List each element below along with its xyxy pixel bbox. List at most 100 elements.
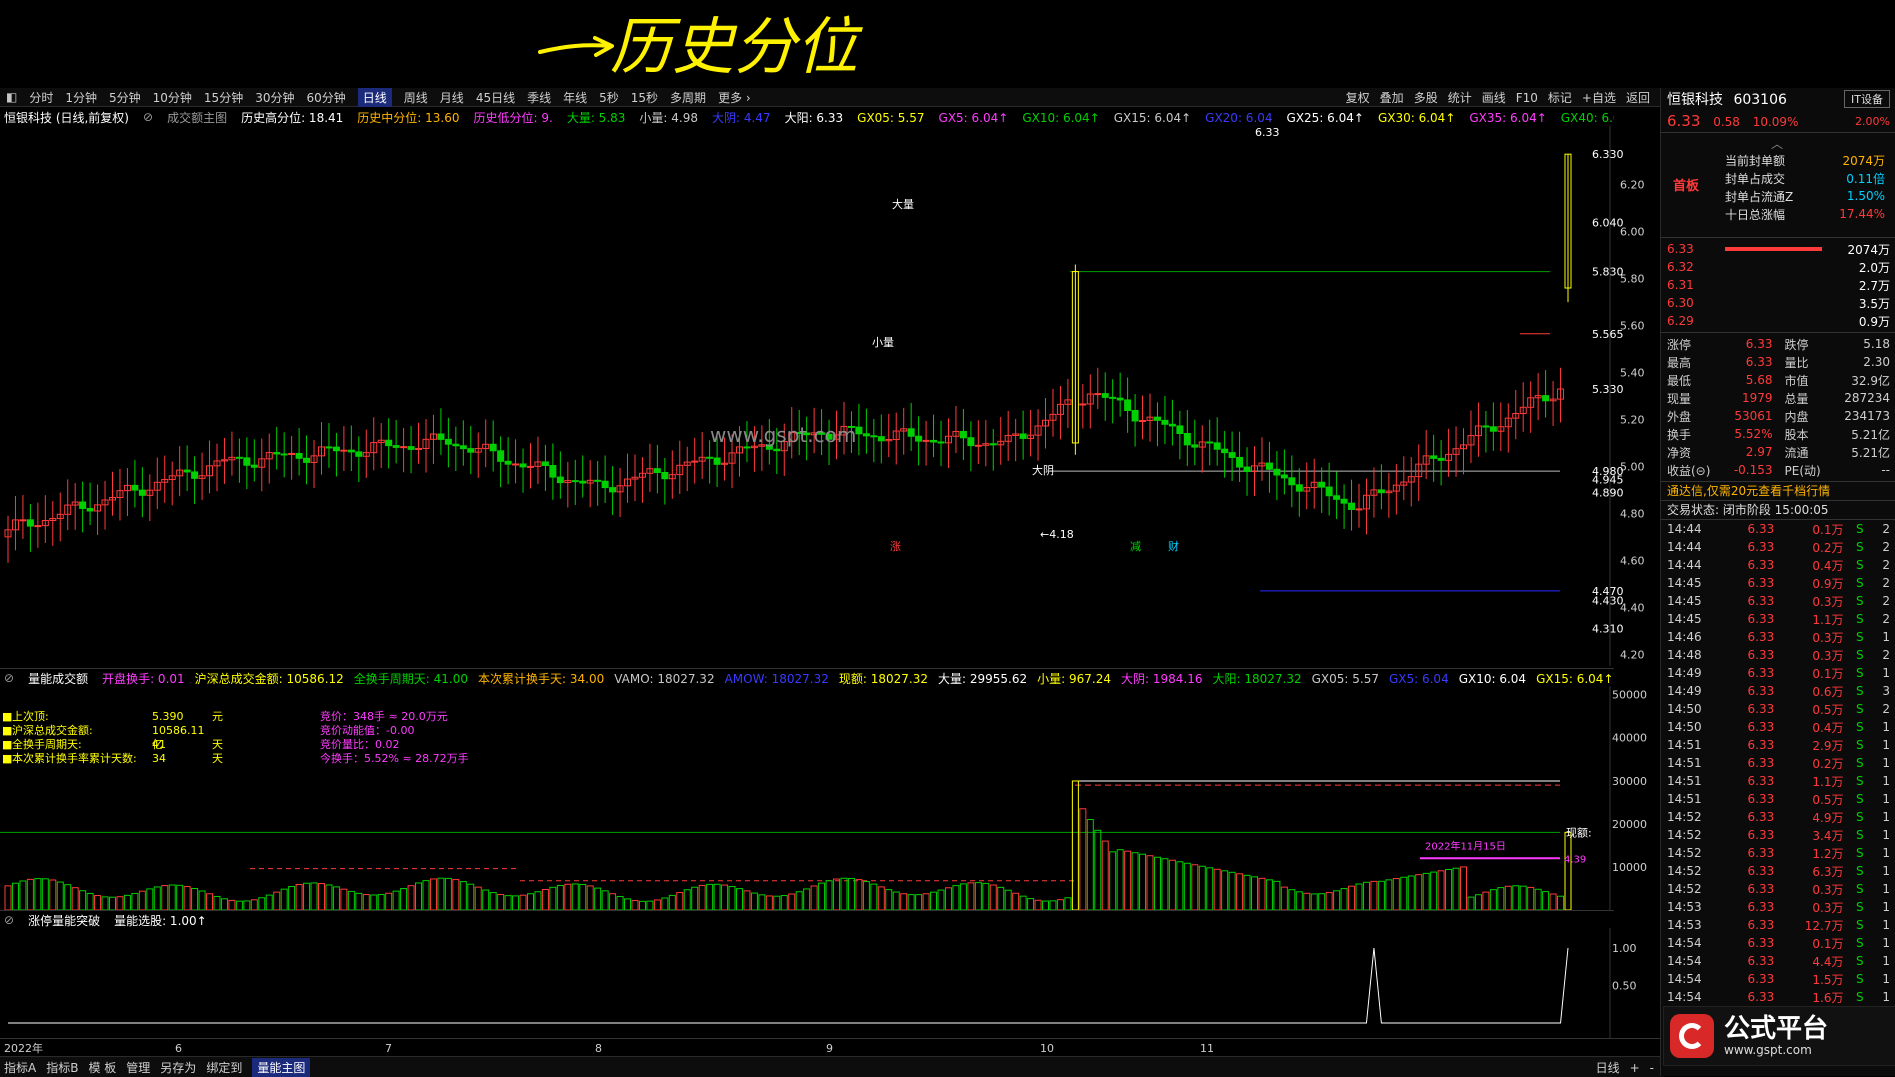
logo-badge: 公式平台 www.gspt.com [1663, 1006, 1895, 1066]
stat-row: 最低 5.68 市值 32.9亿 [1667, 371, 1890, 389]
chart-header-item[interactable]: 历史高分位: 18.41 [241, 109, 343, 126]
volume-bar [1116, 849, 1124, 911]
candle-body [706, 456, 714, 459]
volume-header-item[interactable]: 小量: 967.24 [1037, 670, 1111, 687]
bottom-tab[interactable]: 指标B [46, 1059, 78, 1076]
chart-tool-button[interactable]: 画线 [1482, 89, 1506, 106]
chart-tool-button[interactable]: 多股 [1414, 89, 1438, 106]
logo-icon [1670, 1014, 1714, 1058]
bottom-tab[interactable]: 管理 [126, 1059, 150, 1076]
chart-header-item[interactable]: 历史低分位: 9. [474, 109, 553, 126]
bottom-right-control[interactable]: - [1650, 1061, 1654, 1075]
period-tab[interactable]: 月线 [440, 89, 464, 106]
period-tab[interactable]: 分时 [29, 89, 53, 106]
chart-header-item[interactable]: GX35: 6.04↑ [1469, 111, 1546, 125]
chart-tool-button[interactable]: 返回 [1626, 89, 1650, 106]
chart-header-item[interactable]: GX30: 6.04↑ [1378, 111, 1455, 125]
period-tab[interactable]: 60分钟 [306, 89, 345, 106]
tick-row: 14:54 6.33 4.4万 S 1 [1667, 952, 1890, 970]
chart-header-item[interactable]: 历史中分位: 13.60 [357, 109, 459, 126]
chart-header-item[interactable]: GX25: 6.04↑ [1287, 111, 1364, 125]
chart-header-item[interactable]: GX15: 6.04↑ [1114, 111, 1191, 125]
period-tab[interactable]: 更多 › [718, 89, 751, 106]
period-tab[interactable]: 5秒 [599, 89, 619, 106]
volume-bar [1153, 856, 1161, 911]
chart-header-item[interactable]: GX05: 5.57 [857, 111, 924, 125]
tick-count: 1 [1882, 630, 1890, 644]
chart-header-item[interactable]: 小量: 4.98 [639, 109, 698, 126]
indicator-name[interactable]: 成交额主图 [167, 109, 227, 126]
volume-header-item[interactable]: 大量: 29955.62 [938, 670, 1027, 687]
chart-header-item[interactable]: 大量: 5.83 [567, 109, 626, 126]
volume-bar [116, 896, 124, 911]
period-tab[interactable]: 季线 [527, 89, 551, 106]
indicator-icon[interactable]: ⊘ [143, 110, 153, 124]
chart-header-item[interactable]: 大阳: 6.33 [785, 109, 844, 126]
chart-header-item[interactable]: 大阴: 4.47 [712, 109, 771, 126]
period-tab[interactable]: 日线 [357, 87, 392, 107]
period-tab[interactable]: 30分钟 [255, 89, 294, 106]
bottom-tab[interactable]: 绑定到 [206, 1059, 242, 1076]
volume-header-item[interactable]: AMOW: 18027.32 [725, 672, 829, 686]
bottom-tab[interactable]: 另存为 [160, 1059, 196, 1076]
bottom-right-control[interactable]: 日线 [1596, 1059, 1620, 1076]
volume-header-item[interactable]: 沪深总成交金额: 10586.12 [195, 670, 344, 687]
bottom-tab[interactable]: 指标A [4, 1059, 36, 1076]
main-chart: www.gspt.com 大量 小量 大阴 ←4.18 6.33 涨 减 财 6.20 6.00 5.… [0, 126, 1660, 666]
chart-tool-button[interactable]: 叠加 [1380, 89, 1404, 106]
volume-header-item[interactable]: VAMO: 18027.32 [614, 672, 714, 686]
volume-header-item[interactable]: 开盘换手: 0.01 [102, 670, 185, 687]
period-tab[interactable]: 周线 [404, 89, 428, 106]
chart-header-item[interactable]: GX5: 6.04↑ [939, 111, 1009, 125]
period-tab[interactable]: 5分钟 [109, 89, 141, 106]
chart-header-item[interactable]: GX10: 6.04↑ [1022, 111, 1099, 125]
collapse-icon[interactable]: ◧ [6, 90, 17, 104]
period-tab[interactable]: 10分钟 [153, 89, 192, 106]
volume-header-item[interactable]: 大阴: 1984.16 [1121, 670, 1202, 687]
tick-price: 6.33 [1747, 558, 1775, 572]
period-tab[interactable]: 45日线 [476, 89, 515, 106]
candle-body [1236, 456, 1244, 468]
chart-header-item[interactable]: GX40: 6.04↑ [1561, 111, 1614, 125]
chart-tool-button[interactable]: 标记 [1548, 89, 1572, 106]
volume-header-item[interactable]: 全换手周期天: 41.00 [354, 670, 468, 687]
volume-header-item[interactable]: 现额: 18027.32 [839, 670, 928, 687]
seal-info: 当前封单额 2074万 封单占成交 0.11倍 封单占流通Z 1.50% 十日总涨幅 17.4… [1725, 151, 1885, 223]
volume-header-item[interactable]: 大阳: 18027.32 [1212, 670, 1301, 687]
period-tab[interactable]: 15分钟 [204, 89, 243, 106]
chart-header-item[interactable]: GX20: 6.04 [1205, 111, 1272, 125]
volume-header-item[interactable]: GX5: 6.04 [1389, 672, 1449, 686]
period-tab[interactable]: 15秒 [631, 89, 658, 106]
period-tab[interactable]: 1分钟 [65, 89, 97, 106]
candle-body [1213, 442, 1221, 450]
volume-bar [1474, 894, 1482, 911]
industry-button[interactable]: IT设备 [1844, 90, 1890, 108]
bottom-right-control[interactable]: + [1630, 1061, 1640, 1075]
volume-bar [1437, 870, 1445, 911]
volume-bar [407, 885, 415, 911]
collapse-chevron-icon[interactable]: ︿ [1771, 135, 1783, 152]
period-tab[interactable]: 年线 [563, 89, 587, 106]
volume-panel-icon[interactable]: ⊘ [4, 671, 14, 685]
volume-bar [1213, 868, 1221, 911]
ad-banner[interactable]: 通达信,仅需20元查看千档行情 [1661, 482, 1895, 500]
volume-header-item[interactable]: GX10: 6.04 [1459, 672, 1526, 686]
chart-tool-button[interactable]: 复权 [1346, 89, 1370, 106]
volume-bar [1333, 890, 1341, 911]
volume-header-item[interactable]: 本次累计换手天: 34.00 [478, 670, 604, 687]
bottom-tab[interactable]: 模 板 [88, 1059, 116, 1076]
chart-tool-button[interactable]: F10 [1516, 91, 1538, 105]
volume-bar [870, 883, 878, 911]
volume-bar [415, 882, 423, 911]
chart-tool-button[interactable]: +自选 [1582, 89, 1616, 106]
candle-body [743, 446, 751, 449]
price-axis-marker: 4.945 [1592, 473, 1624, 486]
bottom-tab[interactable]: 量能主图 [252, 1057, 311, 1077]
chart-tool-button[interactable]: 统计 [1448, 89, 1472, 106]
osc-panel-icon[interactable]: ⊘ [4, 913, 14, 927]
volume-header-item[interactable]: GX15: 6.04↑ [1536, 672, 1613, 686]
period-tab[interactable]: 多周期 [670, 89, 706, 106]
price-axis-marker: 4.430 [1592, 594, 1624, 607]
stat-label: 现量 [1667, 391, 1692, 406]
volume-header-item[interactable]: GX05: 5.57 [1312, 672, 1379, 686]
